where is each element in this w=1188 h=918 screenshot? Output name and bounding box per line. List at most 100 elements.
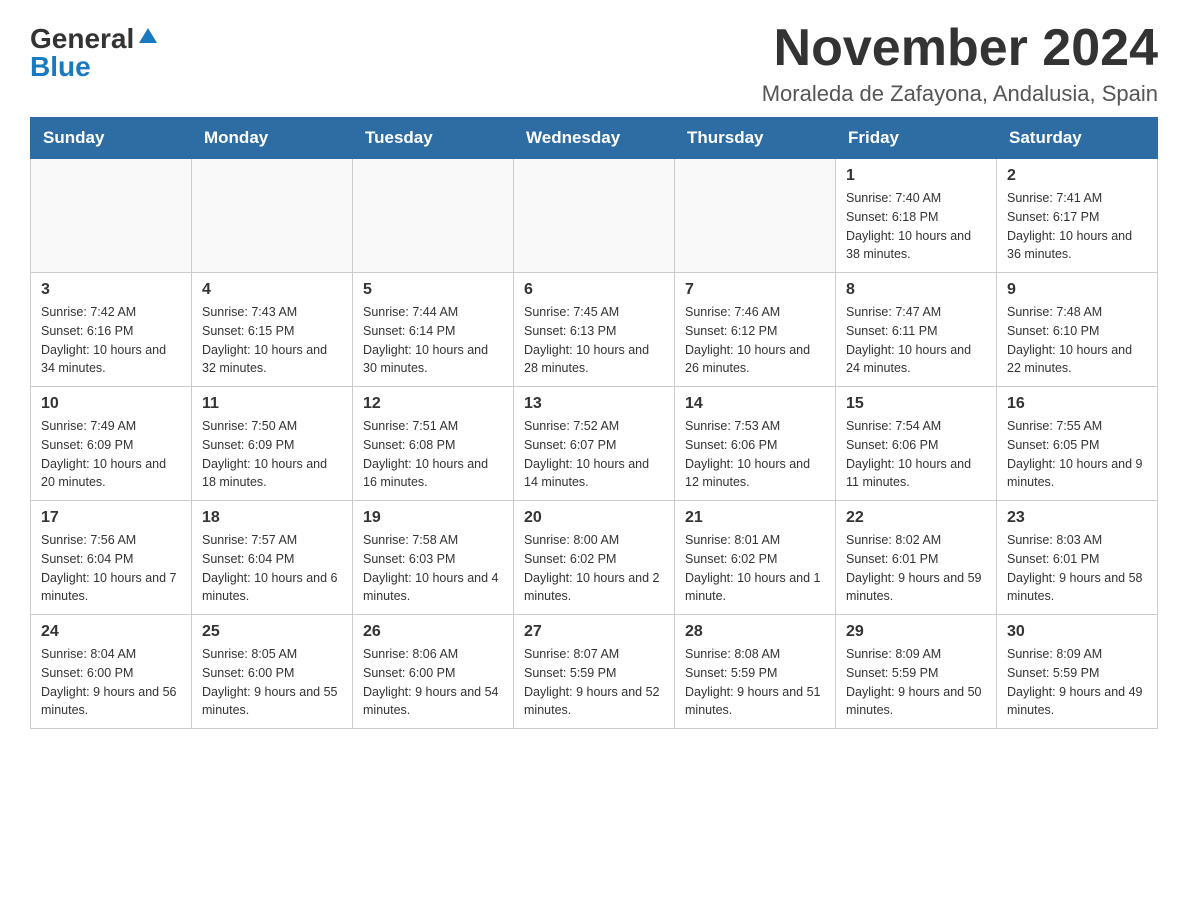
day-info: Sunrise: 8:09 AMSunset: 5:59 PMDaylight:… [1007,645,1147,720]
day-number: 20 [524,509,664,527]
day-info: Sunrise: 8:02 AMSunset: 6:01 PMDaylight:… [846,531,986,606]
logo-blue-text: Blue [30,53,91,81]
day-header-friday: Friday [836,118,997,159]
day-number: 29 [846,623,986,641]
day-number: 9 [1007,281,1147,299]
calendar-cell: 15 Sunrise: 7:54 AMSunset: 6:06 PMDayligh… [836,387,997,501]
day-info: Sunrise: 7:44 AMSunset: 6:14 PMDaylight:… [363,303,503,378]
calendar-table: SundayMondayTuesdayWednesdayThursdayFrid… [30,117,1158,729]
calendar-cell: 19 Sunrise: 7:58 AMSunset: 6:03 PMDayligh… [353,501,514,615]
day-number: 17 [41,509,181,527]
day-number: 8 [846,281,986,299]
calendar-cell: 10 Sunrise: 7:49 AMSunset: 6:09 PMDayligh… [31,387,192,501]
calendar-subtitle: Moraleda de Zafayona, Andalusia, Spain [762,81,1158,107]
day-number: 16 [1007,395,1147,413]
day-info: Sunrise: 7:45 AMSunset: 6:13 PMDaylight:… [524,303,664,378]
day-info: Sunrise: 7:48 AMSunset: 6:10 PMDaylight:… [1007,303,1147,378]
day-number: 30 [1007,623,1147,641]
day-info: Sunrise: 7:53 AMSunset: 6:06 PMDaylight:… [685,417,825,492]
day-number: 28 [685,623,825,641]
calendar-cell: 30 Sunrise: 8:09 AMSunset: 5:59 PMDayligh… [997,615,1158,729]
page-header: General Blue November 2024 Moraleda de Z… [30,20,1158,107]
calendar-cell: 24 Sunrise: 8:04 AMSunset: 6:00 PMDayligh… [31,615,192,729]
calendar-cell: 28 Sunrise: 8:08 AMSunset: 5:59 PMDayligh… [675,615,836,729]
calendar-cell: 6 Sunrise: 7:45 AMSunset: 6:13 PMDaylight… [514,273,675,387]
day-info: Sunrise: 7:41 AMSunset: 6:17 PMDaylight:… [1007,189,1147,264]
day-info: Sunrise: 8:01 AMSunset: 6:02 PMDaylight:… [685,531,825,606]
day-info: Sunrise: 7:51 AMSunset: 6:08 PMDaylight:… [363,417,503,492]
calendar-cell: 4Sunrise: 7:43 AMSunset: 6:15 PMDaylight… [192,273,353,387]
day-info: Sunrise: 8:08 AMSunset: 5:59 PMDaylight:… [685,645,825,720]
day-info: Sunrise: 7:55 AMSunset: 6:05 PMDaylight:… [1007,417,1147,492]
day-number: 14 [685,395,825,413]
day-info: Sunrise: 8:04 AMSunset: 6:00 PMDaylight:… [41,645,181,720]
day-header-wednesday: Wednesday [514,118,675,159]
day-info: Sunrise: 8:07 AMSunset: 5:59 PMDaylight:… [524,645,664,720]
day-number: 7 [685,281,825,299]
day-number: 23 [1007,509,1147,527]
day-info: Sunrise: 7:50 AMSunset: 6:09 PMDaylight:… [202,417,342,492]
day-info: Sunrise: 7:58 AMSunset: 6:03 PMDaylight:… [363,531,503,606]
day-number: 24 [41,623,181,641]
day-number: 22 [846,509,986,527]
calendar-cell: 12 Sunrise: 7:51 AMSunset: 6:08 PMDayligh… [353,387,514,501]
day-number: 1 [846,167,986,185]
logo: General Blue [30,20,157,81]
calendar-cell [514,159,675,273]
calendar-cell: 11 Sunrise: 7:50 AMSunset: 6:09 PMDayligh… [192,387,353,501]
day-number: 19 [363,509,503,527]
calendar-cell: 25Sunrise: 8:05 AMSunset: 6:00 PMDayligh… [192,615,353,729]
day-info: Sunrise: 7:47 AMSunset: 6:11 PMDaylight:… [846,303,986,378]
logo-general-text: General [30,25,134,53]
day-number: 11 [202,395,342,413]
calendar-cell: 18Sunrise: 7:57 AMSunset: 6:04 PMDayligh… [192,501,353,615]
day-number: 25 [202,623,342,641]
calendar-cell: 23 Sunrise: 8:03 AMSunset: 6:01 PMDayligh… [997,501,1158,615]
day-info: Sunrise: 7:56 AMSunset: 6:04 PMDaylight:… [41,531,181,606]
calendar-cell [353,159,514,273]
calendar-cell [675,159,836,273]
title-area: November 2024 Moraleda de Zafayona, Anda… [762,20,1158,107]
calendar-cell: 20 Sunrise: 8:00 AMSunset: 6:02 PMDayligh… [514,501,675,615]
week-row-5: 24 Sunrise: 8:04 AMSunset: 6:00 PMDayligh… [31,615,1158,729]
calendar-header-row: SundayMondayTuesdayWednesdayThursdayFrid… [31,118,1158,159]
day-number: 21 [685,509,825,527]
day-number: 6 [524,281,664,299]
calendar-cell: 29Sunrise: 8:09 AMSunset: 5:59 PMDayligh… [836,615,997,729]
calendar-cell: 3Sunrise: 7:42 AMSunset: 6:16 PMDaylight… [31,273,192,387]
calendar-cell: 8 Sunrise: 7:47 AMSunset: 6:11 PMDaylight… [836,273,997,387]
day-number: 18 [202,509,342,527]
day-info: Sunrise: 7:54 AMSunset: 6:06 PMDaylight:… [846,417,986,492]
day-header-saturday: Saturday [997,118,1158,159]
day-info: Sunrise: 7:42 AMSunset: 6:16 PMDaylight:… [41,303,181,378]
day-header-thursday: Thursday [675,118,836,159]
day-info: Sunrise: 8:00 AMSunset: 6:02 PMDaylight:… [524,531,664,606]
calendar-cell [192,159,353,273]
calendar-cell: 22 Sunrise: 8:02 AMSunset: 6:01 PMDayligh… [836,501,997,615]
day-header-sunday: Sunday [31,118,192,159]
day-number: 13 [524,395,664,413]
calendar-cell: 26 Sunrise: 8:06 AMSunset: 6:00 PMDayligh… [353,615,514,729]
day-info: Sunrise: 8:03 AMSunset: 6:01 PMDaylight:… [1007,531,1147,606]
calendar-cell: 27 Sunrise: 8:07 AMSunset: 5:59 PMDayligh… [514,615,675,729]
calendar-cell: 7 Sunrise: 7:46 AMSunset: 6:12 PMDaylight… [675,273,836,387]
day-number: 5 [363,281,503,299]
calendar-cell: 9 Sunrise: 7:48 AMSunset: 6:10 PMDaylight… [997,273,1158,387]
calendar-cell: 5 Sunrise: 7:44 AMSunset: 6:14 PMDaylight… [353,273,514,387]
day-info: Sunrise: 8:06 AMSunset: 6:00 PMDaylight:… [363,645,503,720]
day-number: 27 [524,623,664,641]
calendar-cell [31,159,192,273]
calendar-cell: 17 Sunrise: 7:56 AMSunset: 6:04 PMDayligh… [31,501,192,615]
day-header-tuesday: Tuesday [353,118,514,159]
day-info: Sunrise: 7:46 AMSunset: 6:12 PMDaylight:… [685,303,825,378]
day-info: Sunrise: 7:40 AMSunset: 6:18 PMDaylight:… [846,189,986,264]
day-info: Sunrise: 7:52 AMSunset: 6:07 PMDaylight:… [524,417,664,492]
day-number: 10 [41,395,181,413]
day-number: 15 [846,395,986,413]
calendar-cell: 16 Sunrise: 7:55 AMSunset: 6:05 PMDayligh… [997,387,1158,501]
day-info: Sunrise: 7:49 AMSunset: 6:09 PMDaylight:… [41,417,181,492]
day-number: 12 [363,395,503,413]
calendar-cell: 13 Sunrise: 7:52 AMSunset: 6:07 PMDayligh… [514,387,675,501]
day-number: 26 [363,623,503,641]
week-row-2: 3Sunrise: 7:42 AMSunset: 6:16 PMDaylight… [31,273,1158,387]
